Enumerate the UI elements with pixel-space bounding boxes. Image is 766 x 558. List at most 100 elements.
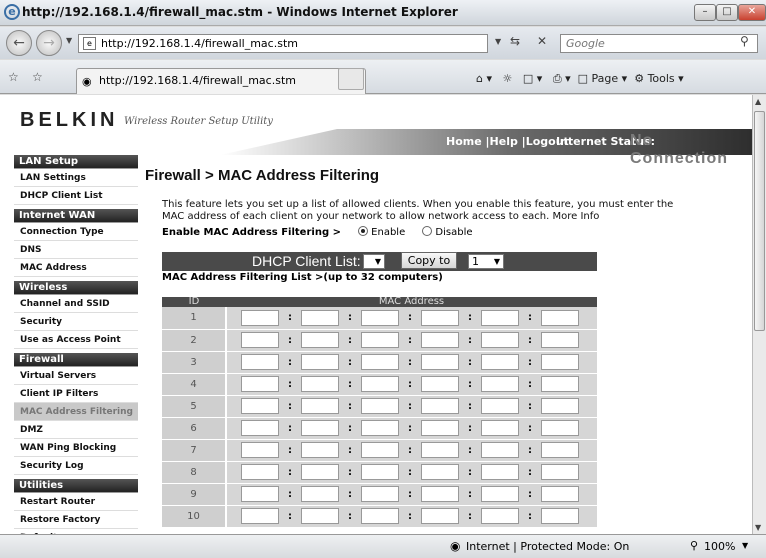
add-favorites-icon[interactable]: ☆ <box>32 70 43 84</box>
mac-octet-input[interactable] <box>241 376 279 392</box>
mac-octet-input[interactable] <box>481 442 519 458</box>
mac-octet-input[interactable] <box>421 464 459 480</box>
sidebar-item-security[interactable]: Security <box>14 313 138 331</box>
mac-octet-input[interactable] <box>301 398 339 414</box>
copy-to-button[interactable]: Copy to <box>401 252 457 269</box>
sidebar-item-channel-and-ssid[interactable]: Channel and SSID <box>14 295 138 313</box>
maximize-button[interactable]: □ <box>716 4 738 21</box>
mac-octet-input[interactable] <box>241 508 279 524</box>
sidebar-item-mac-address[interactable]: MAC Address <box>14 259 138 277</box>
back-button[interactable]: ← <box>6 30 32 56</box>
feeds-icon[interactable]: ☼ <box>503 72 513 85</box>
scroll-down-icon[interactable]: ▼ <box>755 523 761 532</box>
mac-octet-input[interactable] <box>541 420 579 436</box>
mac-octet-input[interactable] <box>241 354 279 370</box>
mac-octet-input[interactable] <box>541 309 579 326</box>
mac-octet-input[interactable] <box>421 508 459 524</box>
mac-octet-input[interactable] <box>361 486 399 502</box>
mac-octet-input[interactable] <box>301 442 339 458</box>
sidebar-item-restore-factory-default[interactable]: Restore Factory Default <box>14 511 138 534</box>
home-icon[interactable]: ⌂ ▾ <box>476 72 492 85</box>
sidebar-item-dhcp-client-list[interactable]: DHCP Client List <box>14 187 138 205</box>
mac-octet-input[interactable] <box>241 332 279 348</box>
mac-octet-input[interactable] <box>541 464 579 480</box>
mac-octet-input[interactable] <box>301 332 339 348</box>
sidebar-item-use-as-access-point[interactable]: Use as Access Point <box>14 331 138 349</box>
history-dropdown-icon[interactable]: ▼ <box>66 36 72 45</box>
mac-octet-input[interactable] <box>241 309 279 326</box>
sidebar-item-virtual-servers[interactable]: Virtual Servers <box>14 367 138 385</box>
more-info-link[interactable]: More Info <box>553 211 600 222</box>
dhcp-client-select[interactable]: ▼ <box>363 254 385 269</box>
search-input[interactable]: Google <box>560 34 758 53</box>
read-mail-icon[interactable]: □ ▾ <box>523 72 542 85</box>
sidebar-item-security-log[interactable]: Security Log <box>14 457 138 475</box>
mac-octet-input[interactable] <box>481 376 519 392</box>
mac-octet-input[interactable] <box>421 420 459 436</box>
enable-radio[interactable] <box>358 226 369 236</box>
refresh-icon[interactable]: ⇆ <box>510 34 520 48</box>
mac-octet-input[interactable] <box>421 332 459 348</box>
mac-octet-input[interactable] <box>301 354 339 370</box>
tools-menu[interactable]: ⚙ Tools ▾ <box>634 72 684 85</box>
mac-octet-input[interactable] <box>301 376 339 392</box>
sidebar-item-connection-type[interactable]: Connection Type <box>14 223 138 241</box>
favorites-star-icon[interactable]: ☆ <box>8 70 19 84</box>
sidebar-item-wan-ping-blocking[interactable]: WAN Ping Blocking <box>14 439 138 457</box>
mac-octet-input[interactable] <box>481 354 519 370</box>
mac-octet-input[interactable] <box>481 464 519 480</box>
mac-octet-input[interactable] <box>301 508 339 524</box>
sidebar-item-dns[interactable]: DNS <box>14 241 138 259</box>
minimize-button[interactable]: – <box>694 4 716 21</box>
tab-firewall-mac[interactable]: ◉ http://192.168.1.4/firewall_mac.stm <box>76 68 366 94</box>
mac-octet-input[interactable] <box>421 398 459 414</box>
sidebar-item-restart-router[interactable]: Restart Router <box>14 493 138 511</box>
mac-octet-input[interactable] <box>301 464 339 480</box>
vertical-scrollbar[interactable]: ▲ ▼ <box>752 95 766 534</box>
copy-target-select[interactable]: 1 ▼ <box>468 254 504 269</box>
mac-octet-input[interactable] <box>481 309 519 326</box>
mac-octet-input[interactable] <box>541 332 579 348</box>
mac-octet-input[interactable] <box>541 486 579 502</box>
mac-octet-input[interactable] <box>481 398 519 414</box>
mac-octet-input[interactable] <box>361 332 399 348</box>
mac-octet-input[interactable] <box>421 376 459 392</box>
mac-octet-input[interactable] <box>241 464 279 480</box>
zoom-level[interactable]: 100% <box>704 540 735 553</box>
mac-octet-input[interactable] <box>421 309 459 326</box>
print-icon[interactable]: ⎙ ▾ <box>553 72 571 85</box>
mac-octet-input[interactable] <box>361 508 399 524</box>
mac-octet-input[interactable] <box>361 420 399 436</box>
scroll-up-icon[interactable]: ▲ <box>755 97 761 106</box>
mac-octet-input[interactable] <box>361 464 399 480</box>
stop-icon[interactable]: ✕ <box>537 34 547 48</box>
search-icon[interactable]: ⚲ <box>740 34 749 48</box>
sidebar-item-client-ip-filters[interactable]: Client IP Filters <box>14 385 138 403</box>
mac-octet-input[interactable] <box>541 442 579 458</box>
mac-octet-input[interactable] <box>541 508 579 524</box>
close-button[interactable]: ✕ <box>738 4 766 21</box>
page-menu[interactable]: □ Page ▾ <box>578 72 628 85</box>
sidebar-item-mac-address-filtering[interactable]: MAC Address Filtering <box>14 403 138 421</box>
mac-octet-input[interactable] <box>241 420 279 436</box>
mac-octet-input[interactable] <box>481 420 519 436</box>
mac-octet-input[interactable] <box>481 332 519 348</box>
mac-octet-input[interactable] <box>541 398 579 414</box>
mac-octet-input[interactable] <box>421 486 459 502</box>
mac-octet-input[interactable] <box>421 354 459 370</box>
disable-radio[interactable] <box>422 226 433 236</box>
mac-octet-input[interactable] <box>421 442 459 458</box>
mac-octet-input[interactable] <box>361 376 399 392</box>
scroll-thumb[interactable] <box>754 111 765 331</box>
mac-octet-input[interactable] <box>361 442 399 458</box>
mac-octet-input[interactable] <box>301 420 339 436</box>
forward-button[interactable]: → <box>36 30 62 56</box>
mac-octet-input[interactable] <box>541 354 579 370</box>
mac-octet-input[interactable] <box>361 354 399 370</box>
mac-octet-input[interactable] <box>361 309 399 326</box>
mac-octet-input[interactable] <box>541 376 579 392</box>
address-dropdown-icon[interactable]: ▼ <box>495 37 501 46</box>
mac-octet-input[interactable] <box>481 486 519 502</box>
sidebar-item-dmz[interactable]: DMZ <box>14 421 138 439</box>
mac-octet-input[interactable] <box>301 486 339 502</box>
